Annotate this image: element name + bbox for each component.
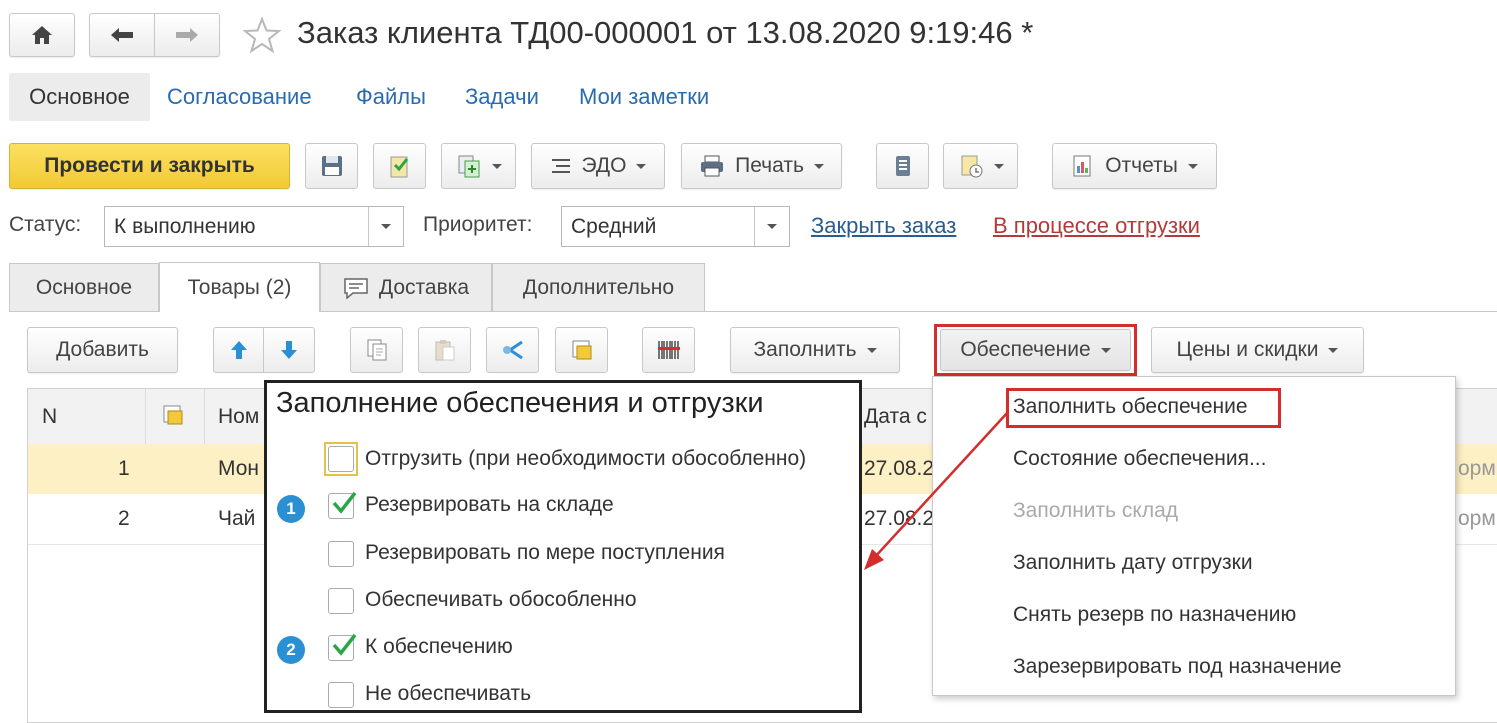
option-label-no-supply: Не обеспечивать — [365, 682, 532, 705]
option-label-reserve-arrival: Резервировать по мере поступления — [365, 541, 725, 564]
checkmark-icon — [332, 491, 357, 514]
option-label-ship: Отгрузить (при необходимости обособленно… — [365, 447, 807, 470]
option-label-reserve-warehouse: Резервировать на складе — [365, 493, 614, 516]
badge-1: 1 — [277, 495, 305, 523]
option-checkbox-reserve-arrival[interactable] — [328, 541, 354, 567]
option-checkbox-ship[interactable] — [328, 446, 354, 472]
option-label-separate: Обеспечивать обособленно — [365, 588, 637, 611]
option-checkbox-no-supply[interactable] — [328, 682, 354, 708]
badge-2: 2 — [277, 636, 305, 664]
fill-supply-panel: Заполнение обеспечения и отгрузки Отгруз… — [264, 380, 862, 713]
option-label-to-supply: К обеспечению — [365, 635, 513, 658]
panel-title: Заполнение обеспечения и отгрузки — [276, 387, 764, 419]
option-checkbox-separate[interactable] — [328, 588, 354, 614]
checkmark-icon — [332, 633, 357, 656]
